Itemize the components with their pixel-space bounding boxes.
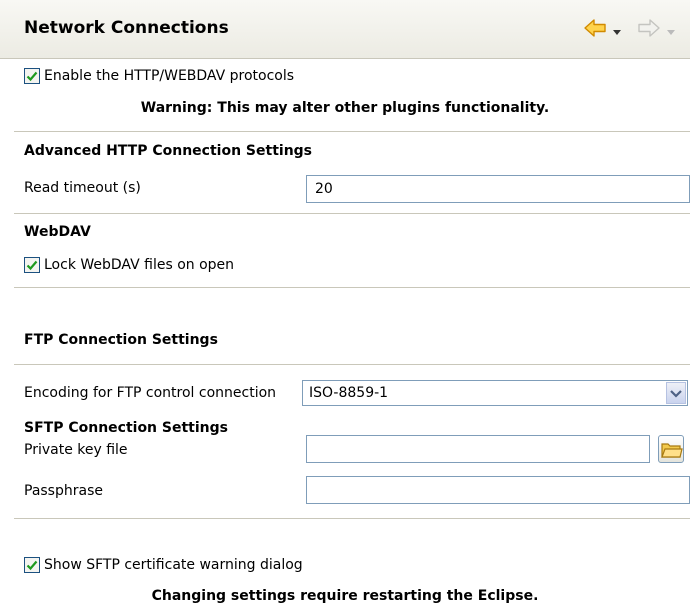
separator [14, 518, 690, 519]
lock-webdav-checkbox-row[interactable]: Lock WebDAV files on open [24, 255, 234, 275]
chevron-down-icon [667, 30, 675, 35]
private-key-file-label: Private key file [24, 442, 128, 458]
separator [14, 364, 690, 365]
forward-dropdown-button[interactable] [667, 24, 675, 40]
checkmark-icon [26, 71, 38, 82]
private-key-file-input[interactable] [306, 435, 650, 463]
ftp-section-title: FTP Connection Settings [24, 332, 218, 348]
show-sftp-warning-checkbox-row[interactable]: Show SFTP certificate warning dialog [24, 555, 303, 575]
show-sftp-warning-checkbox[interactable] [24, 557, 40, 573]
chevron-down-icon [670, 390, 682, 398]
forward-button[interactable] [637, 17, 661, 43]
webdav-section-title: WebDAV [24, 224, 91, 240]
page-header: Network Connections [0, 0, 690, 59]
plugins-warning-text: Warning: This may alter other plugins fu… [140, 100, 550, 116]
ftp-encoding-label: Encoding for FTP control connection [24, 385, 277, 401]
arrow-left-icon [584, 19, 606, 37]
page-title: Network Connections [24, 18, 229, 38]
ftp-encoding-value: ISO-8859-1 [309, 385, 389, 401]
passphrase-label: Passphrase [24, 483, 103, 499]
chevron-down-icon [613, 30, 621, 35]
enable-http-webdav-checkbox-row[interactable]: Enable the HTTP/WEBDAV protocols [24, 66, 294, 86]
restart-note-text: Changing settings require restarting the… [151, 588, 539, 604]
read-timeout-label: Read timeout (s) [24, 180, 141, 196]
folder-icon [661, 443, 683, 458]
show-sftp-warning-label: Show SFTP certificate warning dialog [44, 557, 303, 573]
advanced-http-section-title: Advanced HTTP Connection Settings [24, 143, 313, 159]
ftp-encoding-select[interactable]: ISO-8859-1 [302, 380, 688, 406]
checkmark-icon [26, 260, 38, 271]
separator [14, 287, 690, 288]
enable-http-webdav-checkbox[interactable] [24, 68, 40, 84]
sftp-section-title: SFTP Connection Settings [24, 420, 228, 436]
lock-webdav-label: Lock WebDAV files on open [44, 257, 235, 273]
back-dropdown-button[interactable] [613, 24, 621, 40]
back-button[interactable] [583, 17, 607, 43]
checkmark-icon [26, 560, 38, 571]
arrow-right-icon [638, 19, 660, 37]
enable-http-webdav-label: Enable the HTTP/WEBDAV protocols [44, 68, 295, 84]
read-timeout-input[interactable]: 20 [306, 175, 690, 203]
separator [14, 213, 690, 214]
ftp-encoding-dropdown-button[interactable] [666, 382, 686, 404]
lock-webdav-checkbox[interactable] [24, 257, 40, 273]
browse-private-key-button[interactable] [658, 435, 684, 463]
separator [14, 131, 690, 132]
passphrase-input[interactable] [306, 476, 690, 504]
